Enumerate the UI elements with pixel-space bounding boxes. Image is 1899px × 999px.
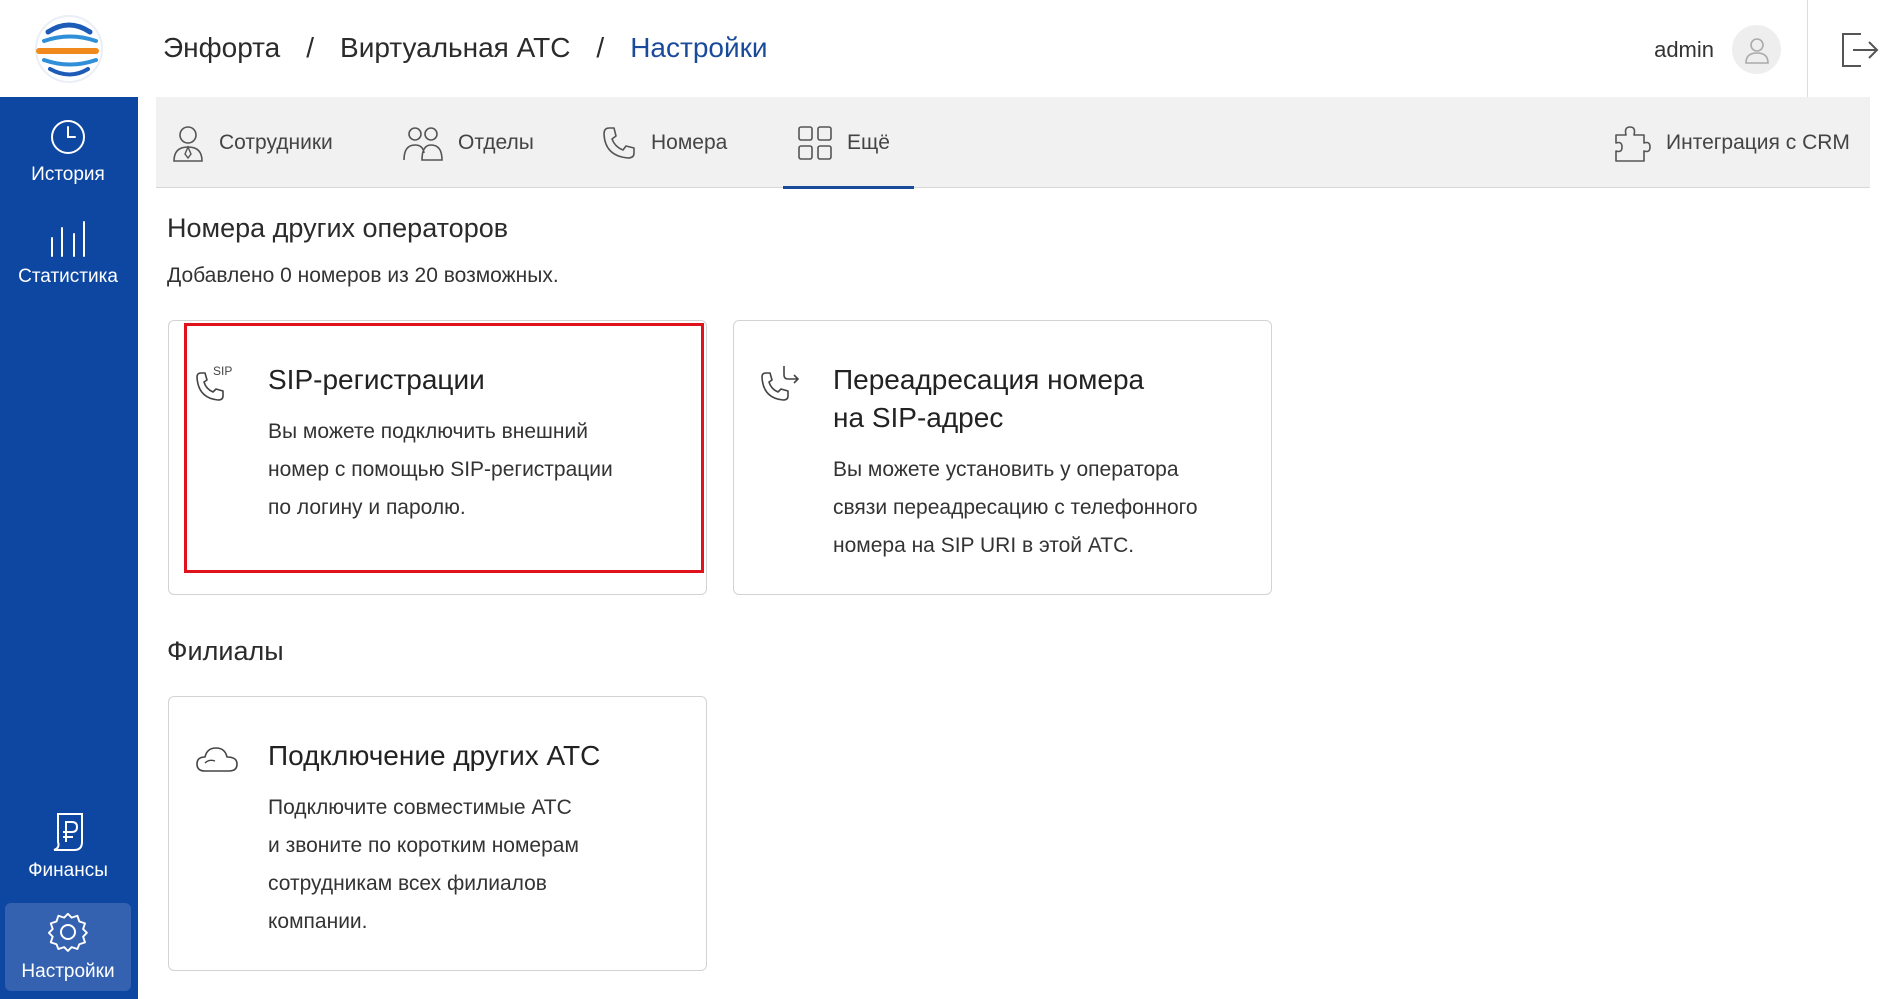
sidebar-item-label: Статистика	[18, 266, 118, 287]
card-title: Переадресация номера на SIP-адрес	[833, 361, 1253, 437]
card-sip-registration[interactable]: SIP SIP-регистрации Вы можете подключить…	[168, 320, 707, 595]
sidebar-item-label: Настройки	[21, 961, 115, 982]
phone-forward-icon	[761, 366, 800, 401]
breadcrumb-item-vpbx[interactable]: Виртуальная АТС	[340, 32, 570, 64]
phone-icon	[603, 126, 635, 159]
sidebar-item-settings[interactable]: Настройки	[5, 903, 131, 991]
card-description-line: по логину и паролю.	[268, 496, 466, 519]
employee-icon	[173, 125, 203, 162]
tab-numbers[interactable]: Номера	[601, 97, 727, 188]
numbers-added-count: Добавлено 0 номеров из 20 возможных.	[167, 264, 559, 287]
card-description-line: Вы можете установить у оператора	[833, 458, 1179, 481]
tab-label: Интеграция с CRM	[1666, 130, 1850, 154]
card-description-line: сотрудникам всех филиалов	[268, 872, 547, 895]
bar-chart-icon	[51, 221, 85, 257]
user-name: admin	[1654, 36, 1714, 62]
card-description-line: Подключите совместимые АТС	[268, 796, 572, 819]
sip-icon-label: SIP	[213, 364, 232, 378]
card-description-line: и звоните по коротким номерам	[268, 834, 579, 857]
enforta-logo-icon	[35, 14, 103, 83]
tab-label: Сотрудники	[219, 130, 333, 154]
logout-icon	[1842, 33, 1879, 67]
group-icon	[403, 126, 443, 161]
breadcrumb-separator: /	[306, 32, 315, 63]
card-description-line: компании.	[268, 910, 368, 933]
breadcrumb-item-settings: Настройки	[630, 32, 768, 63]
cloud-icon	[196, 747, 238, 772]
tab-label: Ещё	[847, 130, 890, 154]
card-title: Подключение других АТС	[268, 740, 601, 771]
user-icon	[1744, 37, 1769, 64]
tab-label: Номера	[651, 130, 728, 154]
breadcrumb: Энфорта / Виртуальная АТС / Настройки	[163, 32, 768, 64]
logout-button[interactable]	[1837, 28, 1881, 72]
breadcrumb-item-enforta[interactable]: Энфорта	[163, 32, 280, 64]
section-title-other-operators: Номера других операторов	[167, 213, 509, 243]
card-connect-other-pbx[interactable]: Подключение других АТС Подключите совмес…	[168, 696, 707, 971]
card-description-line: номера на SIP URI в этой АТС.	[833, 534, 1135, 557]
header-divider	[1807, 0, 1808, 97]
card-title: SIP-регистрации	[268, 364, 485, 395]
card-description-line: номер с помощью SIP-регистрации	[268, 458, 613, 481]
gear-icon	[47, 912, 88, 952]
clock-icon	[51, 120, 85, 154]
user-menu[interactable]: admin	[1654, 25, 1781, 74]
sidebar-item-statistics[interactable]: Статистика	[5, 220, 131, 300]
sidebar-item-finance[interactable]: Финансы	[5, 812, 131, 898]
header: Энфорта / Виртуальная АТС / Настройки ad…	[138, 0, 1899, 97]
tab-employees[interactable]: Сотрудники	[171, 97, 333, 188]
grid-icon	[798, 125, 832, 160]
tab-bar: Сотрудники Отделы Номера Ещё Интеграция …	[156, 97, 1870, 189]
logo[interactable]	[0, 0, 138, 97]
ruble-document-icon	[53, 813, 83, 851]
card-sip-forwarding[interactable]: Переадресация номера на SIP-адрес Вы мож…	[733, 320, 1272, 595]
sip-phone-icon: SIP	[196, 364, 232, 401]
sidebar-item-label: Финансы	[28, 860, 108, 881]
tab-label: Отделы	[458, 130, 534, 154]
puzzle-icon	[1615, 125, 1651, 162]
card-title-line: Переадресация номера	[833, 364, 1145, 395]
sidebar-item-history[interactable]: История	[5, 118, 131, 198]
sidebar-item-label: История	[31, 164, 105, 185]
avatar[interactable]	[1732, 25, 1781, 74]
card-title-line: на SIP-адрес	[833, 402, 1004, 433]
sidebar: История Статистика Финансы Настройки	[0, 0, 138, 999]
tab-crm-integration[interactable]: Интеграция с CRM	[1612, 97, 1850, 188]
tab-departments[interactable]: Отделы	[402, 97, 534, 188]
card-description-line: связи переадресацию с телефонного	[833, 496, 1198, 519]
card-description-line: Вы можете подключить внешний	[268, 420, 588, 443]
breadcrumb-separator: /	[596, 32, 605, 63]
tab-more[interactable]: Ещё	[783, 97, 914, 189]
section-title-branches: Филиалы	[167, 636, 284, 666]
